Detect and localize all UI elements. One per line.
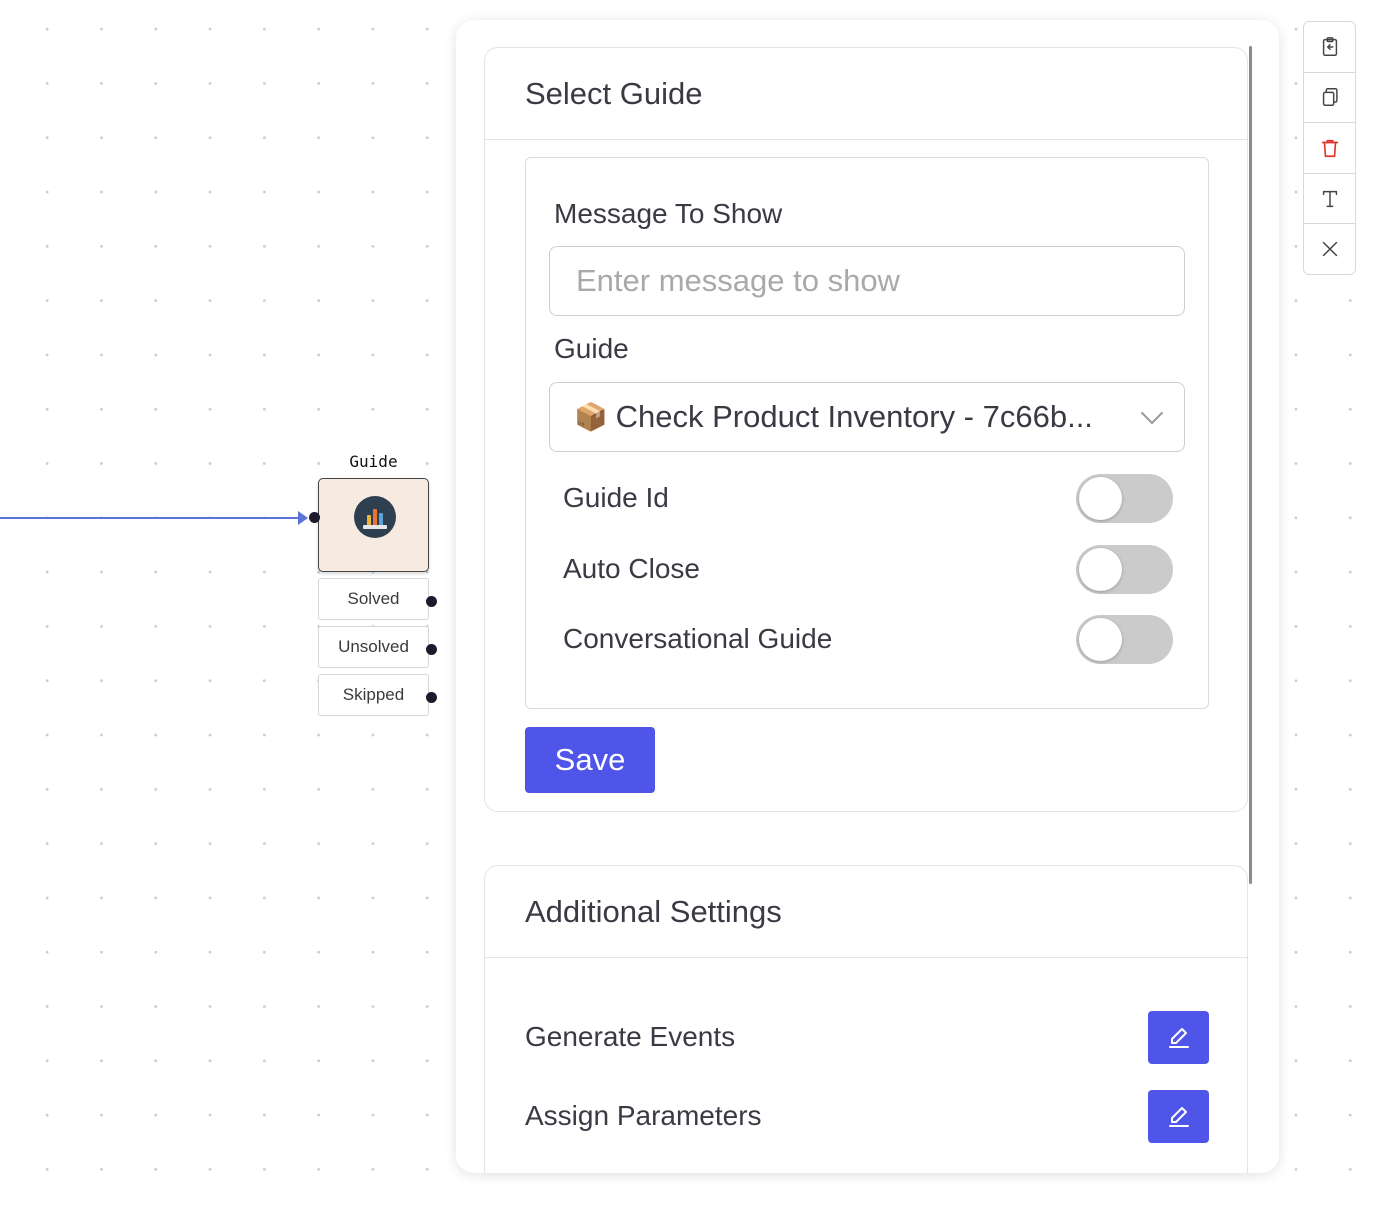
- toggle-row-conversational-guide: Conversational Guide: [563, 614, 1173, 664]
- guide-id-toggle[interactable]: [1076, 473, 1173, 523]
- guide-select-value: Check Product Inventory - 7c66b...: [615, 399, 1093, 434]
- additional-settings-title: Additional Settings: [485, 866, 1247, 958]
- guide-node[interactable]: [318, 478, 429, 572]
- outcome-skipped-handle[interactable]: [426, 692, 437, 703]
- close-icon: [1322, 242, 1337, 257]
- auto-close-toggle[interactable]: [1076, 544, 1173, 594]
- paste-icon: [1322, 36, 1337, 56]
- text-icon: [1322, 190, 1337, 207]
- settings-row-assign-parameters: Assign Parameters: [525, 1089, 1209, 1143]
- toggle-knob: [1079, 617, 1122, 661]
- outcome-label: Unsolved: [338, 637, 409, 656]
- copy-icon: [1322, 88, 1338, 107]
- text-button[interactable]: [1304, 174, 1355, 225]
- node-input-handle[interactable]: [309, 512, 320, 523]
- paste-button[interactable]: [1304, 22, 1355, 73]
- panel-pointer: [442, 588, 456, 616]
- panel-scrollbar[interactable]: [1249, 46, 1252, 884]
- outcome-label: Solved: [347, 589, 400, 608]
- outcome-unsolved-handle[interactable]: [426, 644, 437, 655]
- toggle-label: Conversational Guide: [563, 623, 833, 654]
- node-toolbar: [1303, 21, 1356, 275]
- outcome-solved[interactable]: Solved: [318, 578, 429, 620]
- save-button[interactable]: Save: [525, 727, 655, 793]
- outcome-label: Skipped: [342, 685, 405, 704]
- toggle-row-guide-id: Guide Id: [563, 473, 1173, 523]
- guide-node-icon: [354, 496, 396, 538]
- select-guide-title: Select Guide: [485, 48, 1247, 140]
- toggle-knob: [1079, 547, 1122, 591]
- select-guide-card: Select Guide Message To Show Guide 📦 Che…: [484, 47, 1248, 812]
- edit-generate-events-button[interactable]: [1148, 1010, 1209, 1064]
- delete-button[interactable]: [1304, 123, 1355, 174]
- guide-select[interactable]: 📦 Check Product Inventory - 7c66b...: [549, 382, 1185, 452]
- edit-icon: [1168, 1028, 1189, 1048]
- message-input[interactable]: [549, 246, 1185, 316]
- guide-form: Message To Show Guide 📦 Check Product In…: [525, 157, 1209, 709]
- trash-icon: [1321, 139, 1338, 158]
- message-label: Message To Show: [554, 198, 783, 229]
- settings-label: Assign Parameters: [525, 1100, 762, 1131]
- edit-assign-parameters-button[interactable]: [1148, 1089, 1209, 1143]
- edge-arrow-icon: [298, 511, 308, 525]
- settings-row-generate-events: Generate Events: [525, 1010, 1209, 1064]
- guide-label: Guide: [554, 333, 629, 364]
- outcome-unsolved[interactable]: Unsolved: [318, 626, 429, 668]
- toggle-row-auto-close: Auto Close: [563, 544, 1173, 594]
- connection-edge[interactable]: [0, 517, 300, 519]
- outcome-skipped[interactable]: Skipped: [318, 674, 429, 716]
- settings-label: Generate Events: [525, 1021, 736, 1052]
- toggle-label: Guide Id: [563, 482, 669, 513]
- close-button[interactable]: [1304, 224, 1355, 274]
- toggle-knob: [1079, 476, 1122, 520]
- node-settings-panel: Select Guide Message To Show Guide 📦 Che…: [456, 20, 1279, 1173]
- toggle-label: Auto Close: [563, 553, 700, 584]
- additional-settings-card: Additional Settings Generate Events Assi…: [484, 865, 1248, 1173]
- node-title: Guide: [349, 452, 398, 471]
- copy-button[interactable]: [1304, 73, 1355, 124]
- package-icon: 📦: [574, 402, 608, 432]
- outcome-solved-handle[interactable]: [426, 596, 437, 607]
- edit-icon: [1168, 1107, 1189, 1127]
- conversational-guide-toggle[interactable]: [1076, 614, 1173, 664]
- chevron-down-icon: [1140, 401, 1164, 425]
